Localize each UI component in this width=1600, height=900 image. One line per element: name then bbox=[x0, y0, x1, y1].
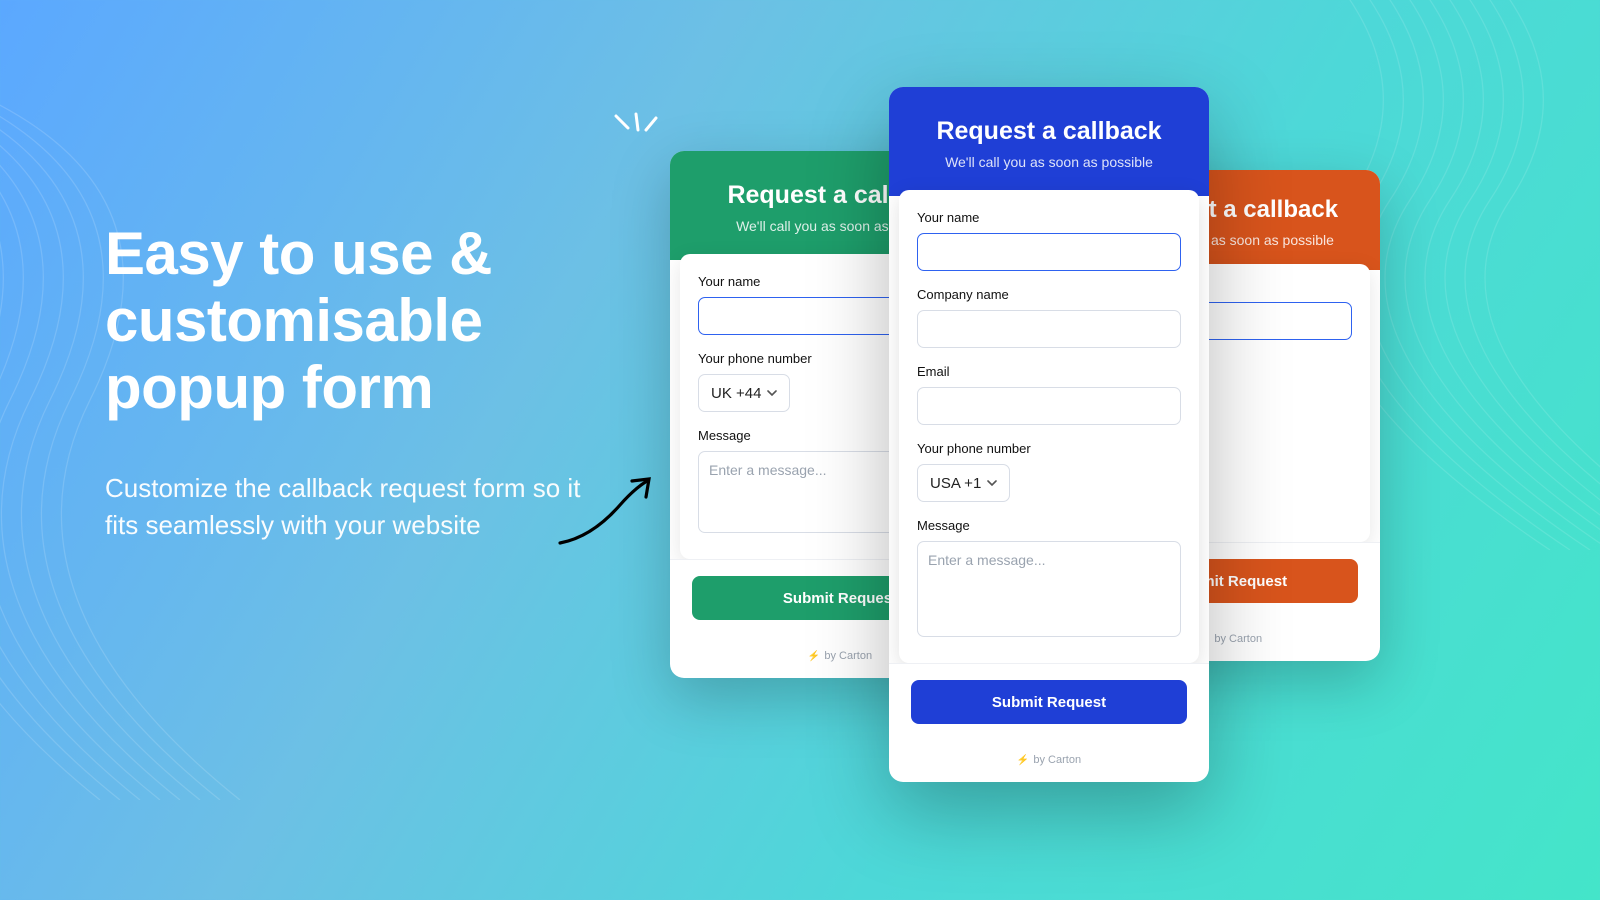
chevron-down-icon bbox=[987, 480, 997, 486]
phone-country-select[interactable]: USA +1 bbox=[917, 464, 1010, 502]
phone-select-value: USA +1 bbox=[930, 475, 981, 492]
company-label: Company name bbox=[917, 287, 1181, 302]
page-subheadline: Customize the callback request form so i… bbox=[105, 470, 595, 545]
sparkle-icon bbox=[612, 112, 660, 154]
bolt-icon: ⚡ bbox=[808, 651, 820, 662]
page-headline: Easy to use & customisable popup form bbox=[105, 220, 595, 422]
submit-button[interactable]: Submit Request bbox=[911, 680, 1187, 724]
card-header: Request a callback We'll call you as soo… bbox=[889, 87, 1209, 196]
name-label: Your name bbox=[917, 210, 1181, 225]
name-input[interactable] bbox=[917, 233, 1181, 271]
card-subtitle: We'll call you as soon as possible bbox=[909, 154, 1189, 170]
email-label: Email bbox=[917, 364, 1181, 379]
bolt-icon: ⚡ bbox=[1017, 755, 1029, 766]
attribution: ⚡by Carton bbox=[889, 742, 1209, 782]
message-label: Message bbox=[917, 518, 1181, 533]
card-title: Request a callback bbox=[909, 117, 1189, 146]
phone-select-value: UK +44 bbox=[711, 385, 761, 402]
chevron-down-icon bbox=[767, 390, 777, 396]
phone-country-select[interactable]: UK +44 bbox=[698, 374, 790, 412]
email-input[interactable] bbox=[917, 387, 1181, 425]
callback-form-card-blue: Request a callback We'll call you as soo… bbox=[889, 87, 1209, 782]
company-input[interactable] bbox=[917, 310, 1181, 348]
arrow-doodle-icon bbox=[552, 475, 657, 550]
message-textarea[interactable]: Enter a message... bbox=[917, 541, 1181, 637]
phone-label: Your phone number bbox=[917, 441, 1181, 456]
